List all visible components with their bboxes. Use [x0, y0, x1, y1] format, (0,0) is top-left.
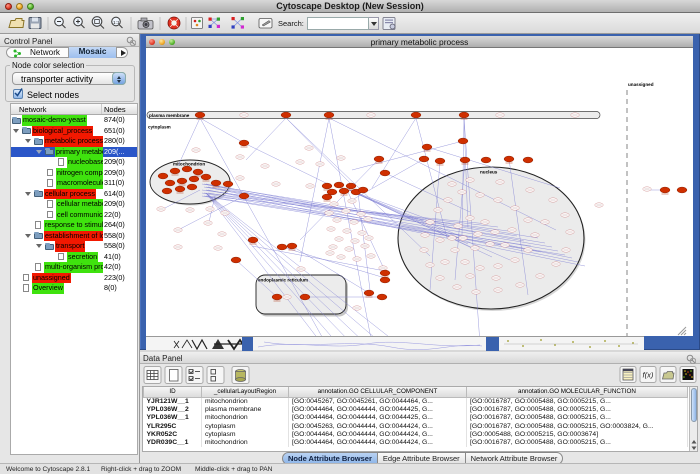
svg-text:nucleus: nucleus	[480, 170, 498, 175]
svg-text:plasma membrane: plasma membrane	[149, 113, 190, 118]
svg-text:endoplasmic reticulum: endoplasmic reticulum	[258, 278, 308, 283]
svg-text:1:1: 1:1	[113, 20, 120, 26]
svg-text:cytoplasm: cytoplasm	[148, 125, 171, 130]
svg-text:unassigned: unassigned	[628, 82, 654, 87]
svg-text:f(x): f(x)	[643, 371, 654, 380]
